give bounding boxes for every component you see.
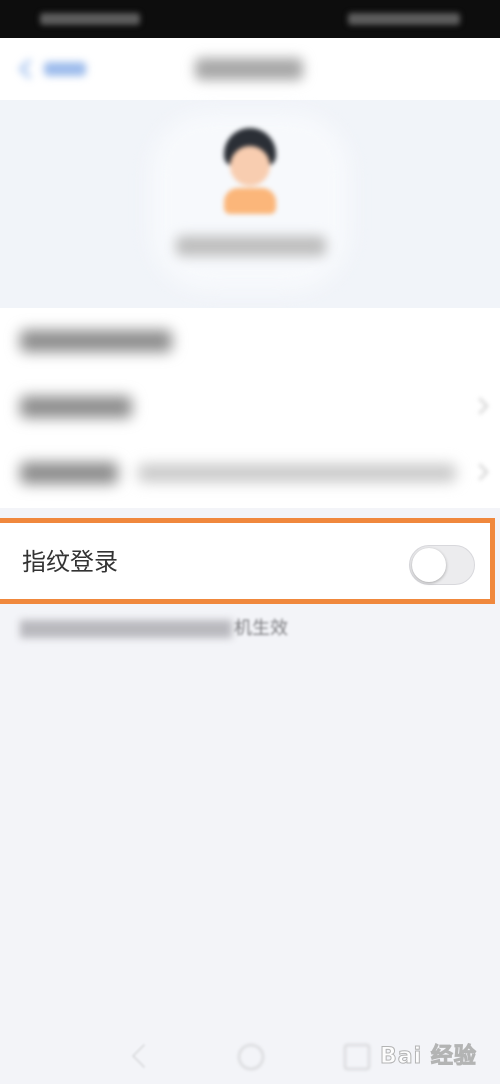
back-button[interactable]: [16, 54, 88, 84]
list-item[interactable]: [0, 374, 500, 440]
username-blurred: [176, 236, 326, 256]
back-arrow-icon: [19, 59, 39, 79]
fingerprint-note: 机生效: [20, 618, 288, 640]
avatar-face: [230, 146, 270, 186]
list-item-description-blurred: [138, 464, 456, 482]
note-text-pixelated: [20, 620, 232, 638]
status-bar-carrier: [40, 13, 140, 25]
home-nav-icon[interactable]: [238, 1044, 264, 1070]
toggle-knob: [412, 548, 446, 582]
fingerprint-login-toggle[interactable]: [409, 545, 475, 585]
nav-bar: [0, 38, 500, 100]
status-bar: [0, 0, 500, 38]
list-item-label-blurred: [20, 396, 132, 418]
chevron-right-icon: [471, 463, 489, 481]
baidu-jingyan-watermark: Bai 经验: [380, 1044, 477, 1070]
list-item-label-blurred: [20, 462, 118, 484]
list-item[interactable]: [0, 440, 500, 506]
profile-section: [0, 100, 500, 308]
avatar-body: [224, 188, 276, 214]
fingerprint-login-label: 指纹登录: [22, 548, 118, 576]
page-title-blurred: [195, 58, 303, 80]
back-nav-icon[interactable]: [132, 1044, 156, 1068]
fingerprint-login-row[interactable]: 指纹登录: [0, 518, 495, 604]
avatar[interactable]: [216, 128, 284, 218]
note-text-tail: 机生效: [234, 618, 288, 639]
back-label-blurred: [44, 62, 86, 76]
chevron-right-icon: [471, 397, 489, 415]
list-item-label-blurred: [20, 330, 172, 352]
recent-apps-icon[interactable]: [344, 1044, 370, 1070]
settings-list: [0, 308, 500, 508]
list-item[interactable]: [0, 308, 500, 374]
status-bar-indicators: [348, 13, 460, 25]
